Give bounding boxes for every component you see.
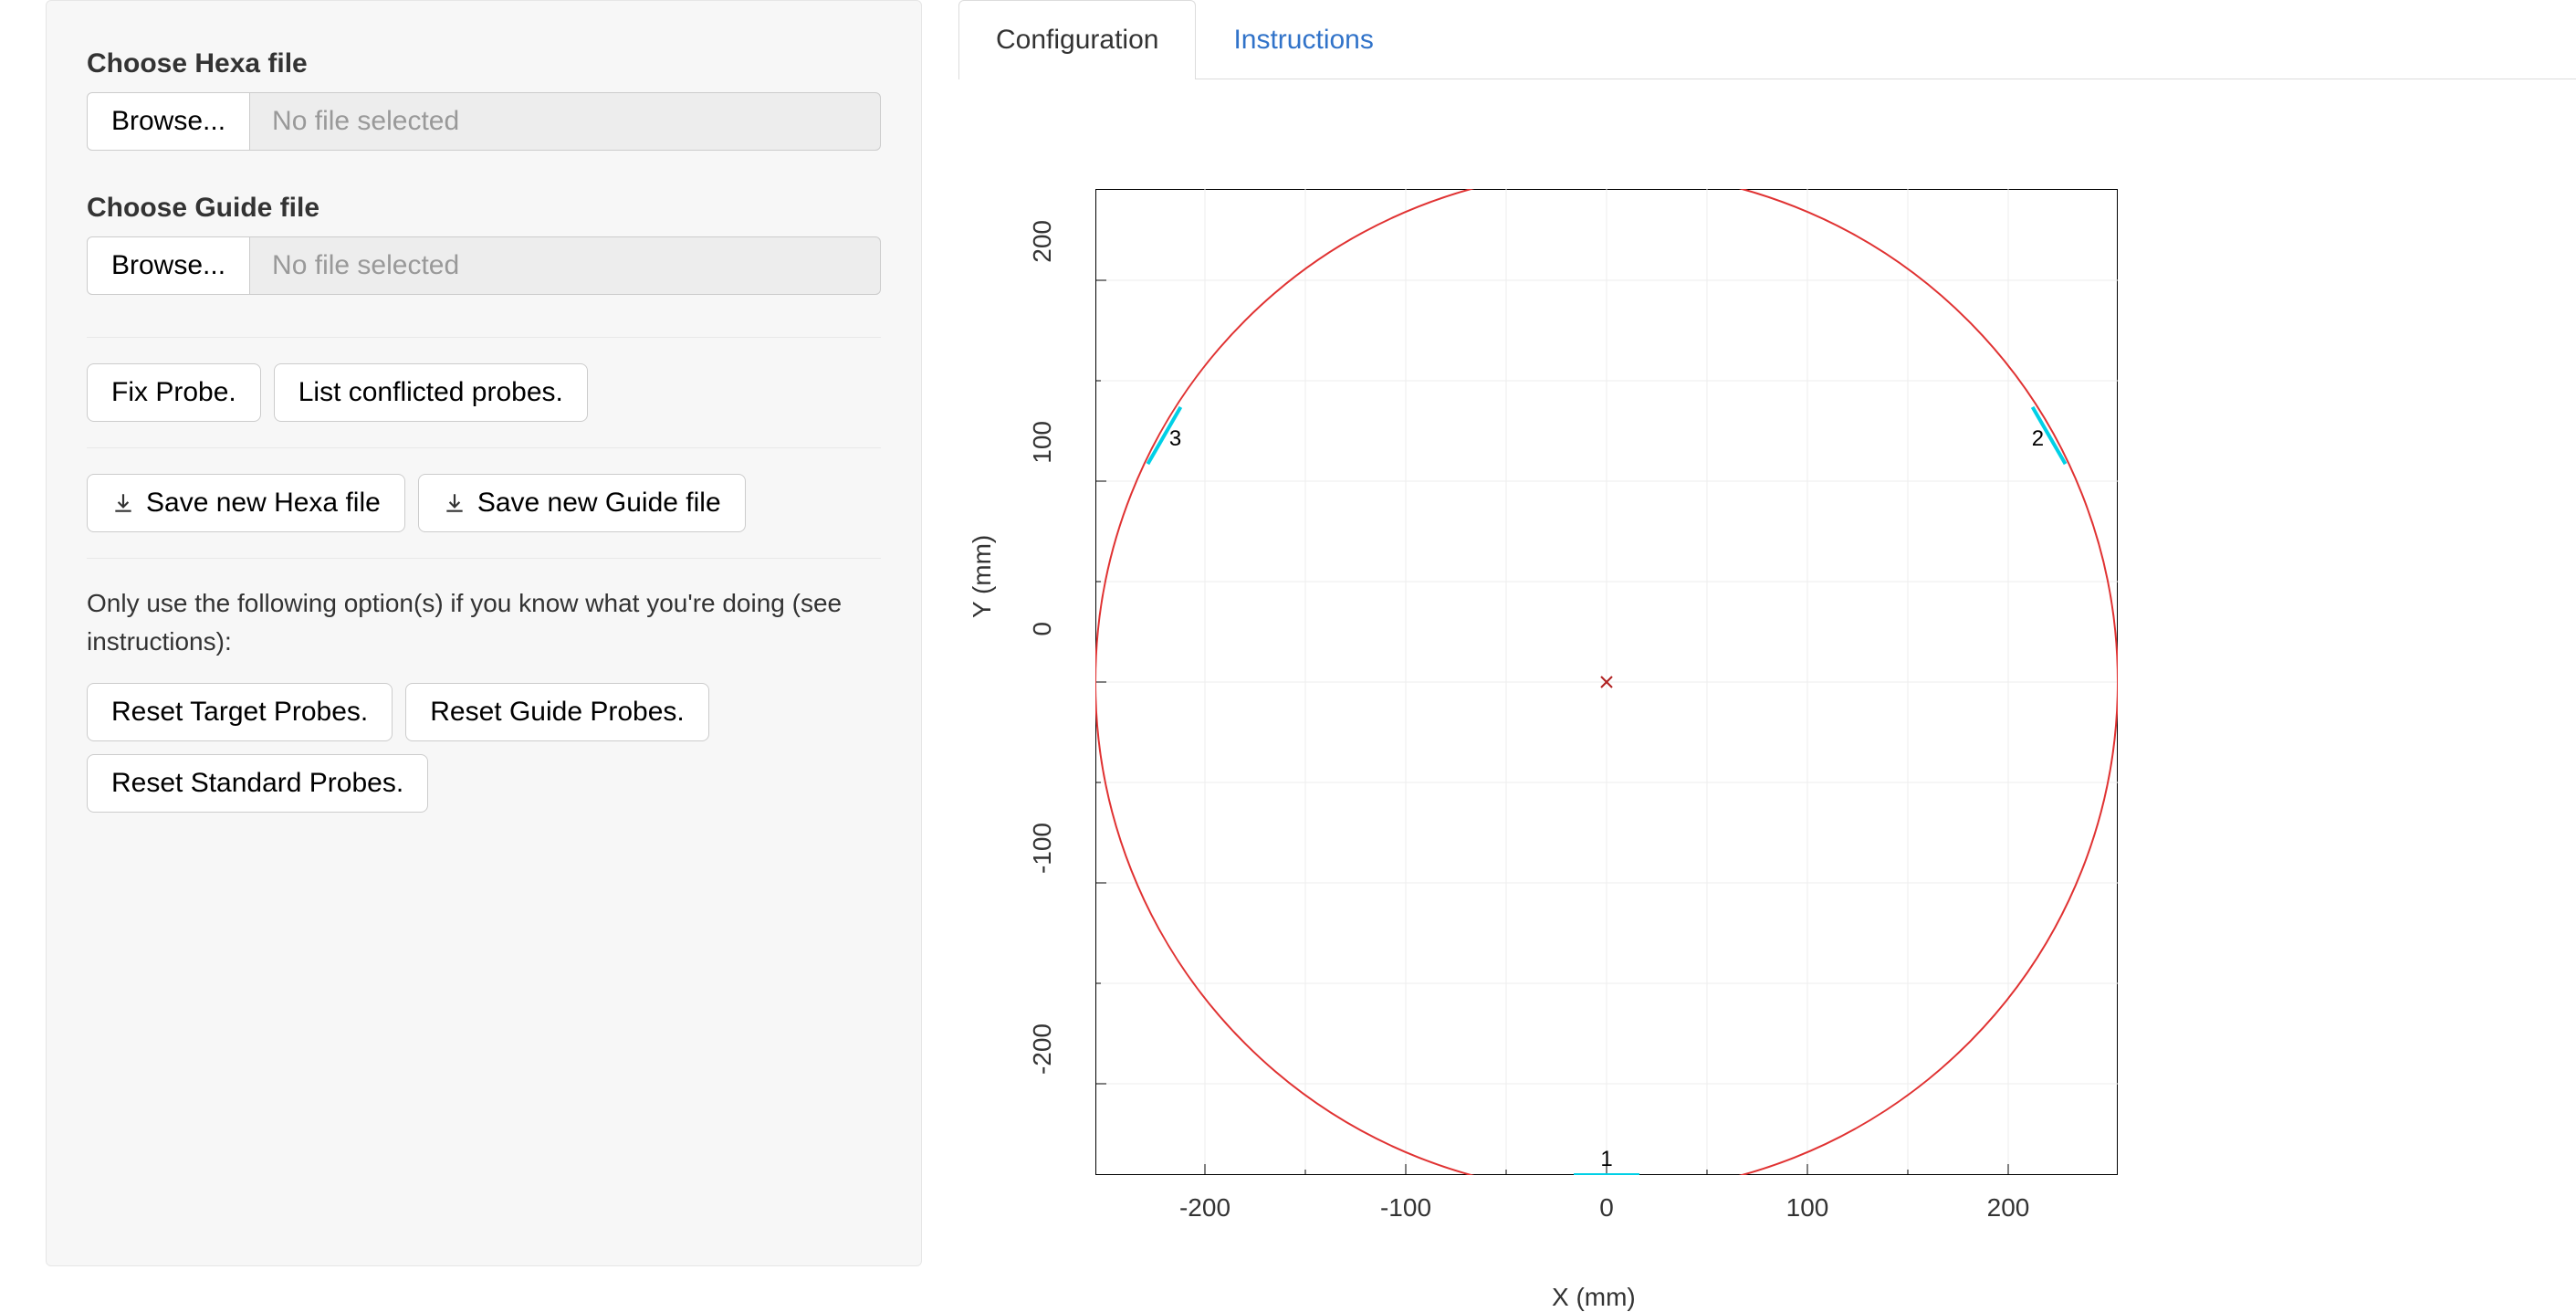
- separator: [87, 558, 881, 559]
- reset-guide-button[interactable]: Reset Guide Probes.: [405, 683, 708, 741]
- hexa-browse-button[interactable]: Browse...: [87, 92, 250, 151]
- save-guide-label: Save new Guide file: [477, 488, 721, 519]
- hexa-file-label: Choose Hexa file: [87, 48, 881, 79]
- hexa-file-status: No file selected: [250, 92, 881, 151]
- probe-label: 3: [1169, 426, 1181, 451]
- x-tick: 0: [1561, 1193, 1652, 1223]
- tab-configuration[interactable]: Configuration: [958, 0, 1196, 79]
- x-tick: -200: [1159, 1193, 1251, 1223]
- separator: [87, 447, 881, 448]
- y-tick: 200: [1028, 220, 1057, 297]
- save-guide-button[interactable]: Save new Guide file: [418, 474, 746, 532]
- guide-browse-button[interactable]: Browse...: [87, 236, 250, 295]
- list-conflict-button[interactable]: List conflicted probes.: [274, 363, 588, 422]
- x-tick: 100: [1762, 1193, 1853, 1223]
- warning-note: Only use the following option(s) if you …: [87, 584, 881, 661]
- download-icon: [111, 491, 135, 515]
- download-icon: [443, 491, 466, 515]
- sidebar: Choose Hexa file Browse... No file selec…: [46, 0, 922, 1266]
- hexa-file-row: Browse... No file selected: [87, 92, 881, 151]
- guide-file-row: Browse... No file selected: [87, 236, 881, 295]
- reset-standard-button[interactable]: Reset Standard Probes.: [87, 754, 428, 813]
- y-axis-label: Y (mm): [968, 535, 997, 618]
- guide-file-status: No file selected: [250, 236, 881, 295]
- probe-label: 2: [2032, 426, 2044, 451]
- x-axis-label: X (mm): [1552, 1283, 1636, 1312]
- separator: [87, 337, 881, 338]
- y-tick: -200: [1028, 1023, 1057, 1100]
- plot-container: Y (mm) 200 100 0 -100 -200 -200 -100 0 1…: [977, 189, 2163, 1266]
- main-panel: Configuration Instructions Y (mm) 200 10…: [958, 0, 2576, 1266]
- y-tick: 0: [1028, 622, 1057, 698]
- save-hexa-button[interactable]: Save new Hexa file: [87, 474, 405, 532]
- plot-svg[interactable]: 1 2 3: [1095, 189, 2118, 1175]
- tab-instructions[interactable]: Instructions: [1196, 0, 1410, 79]
- save-hexa-label: Save new Hexa file: [146, 488, 381, 519]
- guide-file-label: Choose Guide file: [87, 193, 881, 224]
- fix-probe-button[interactable]: Fix Probe.: [87, 363, 261, 422]
- reset-target-button[interactable]: Reset Target Probes.: [87, 683, 393, 741]
- probe-label: 1: [1600, 1147, 1612, 1171]
- y-tick: -100: [1028, 823, 1057, 899]
- y-tick: 100: [1028, 421, 1057, 498]
- x-tick: -100: [1360, 1193, 1451, 1223]
- tabs: Configuration Instructions: [958, 0, 2576, 79]
- x-tick: 200: [1963, 1193, 2054, 1223]
